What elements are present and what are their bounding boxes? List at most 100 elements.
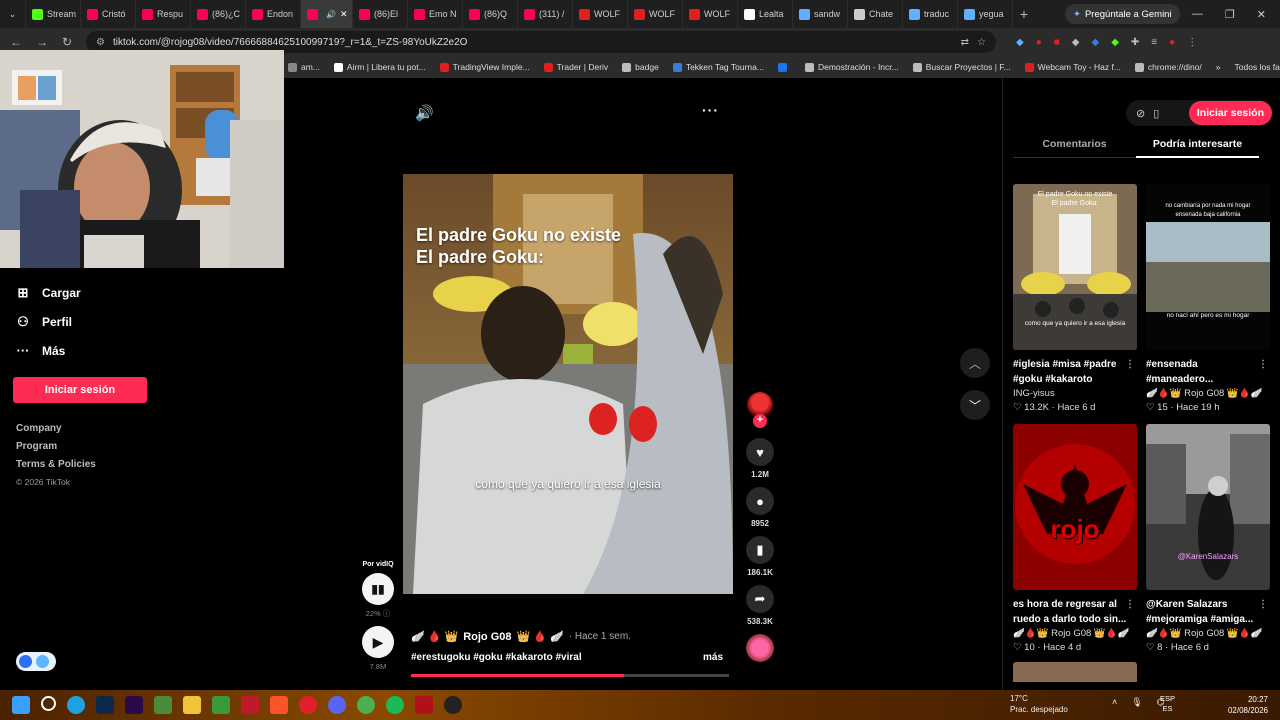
- video-title[interactable]: #ensenada #maneadero...: [1146, 359, 1213, 385]
- browser-tab[interactable]: (86)Q: [463, 0, 518, 28]
- follow-plus-icon[interactable]: +: [753, 414, 767, 428]
- coin-icon[interactable]: ⊘: [1136, 107, 1145, 120]
- tiktok-app-icon[interactable]: [241, 696, 259, 714]
- extension-icon[interactable]: ◆: [1072, 37, 1080, 48]
- bookmark-item[interactable]: badge: [622, 62, 659, 72]
- opera-icon[interactable]: [299, 696, 317, 714]
- premiere-icon[interactable]: [125, 696, 143, 714]
- video-title[interactable]: @Karen Salazars #mejoramiga #amiga...: [1146, 599, 1253, 625]
- bookmark-item[interactable]: Trader | Deriv: [543, 62, 608, 72]
- more-link[interactable]: más: [703, 652, 723, 663]
- vidiq-stats-icon[interactable]: ▮▮: [362, 573, 394, 605]
- extension-icon[interactable]: ◆: [1092, 37, 1100, 48]
- video-thumbnail[interactable]: no cambiaría por nada mi hogar ensenada …: [1146, 184, 1270, 350]
- bookmark-item[interactable]: chrome://dino/: [1134, 62, 1202, 72]
- browser-tab[interactable]: WOLF: [683, 0, 738, 28]
- bookmark-item[interactable]: am...: [288, 62, 320, 72]
- music-disc-icon[interactable]: [746, 634, 774, 662]
- close-window-button[interactable]: ✕: [1257, 8, 1266, 21]
- video-thumbnail[interactable]: El padre Goku no existe El padre Goku: c…: [1013, 184, 1137, 350]
- chevron-up-icon[interactable]: ˄: [1112, 697, 1117, 708]
- extension-icon[interactable]: ■: [1054, 37, 1060, 48]
- forward-icon[interactable]: →: [36, 35, 48, 49]
- comment-button[interactable]: ●: [746, 487, 774, 515]
- browser-tab[interactable]: (311) /: [518, 0, 573, 28]
- browser-tab[interactable]: sandw: [793, 0, 848, 28]
- translate-icon[interactable]: ⇄: [961, 37, 969, 48]
- bookmark-item[interactable]: TradingView Imple...: [439, 62, 530, 72]
- browser-tab[interactable]: Endon: [246, 0, 301, 28]
- sidebar-item-profile[interactable]: ⚇ Perfil: [0, 307, 284, 336]
- browser-tab[interactable]: (86)El: [353, 0, 408, 28]
- search-icon[interactable]: [41, 696, 56, 711]
- sidebar-item-more[interactable]: ··· Más: [0, 336, 284, 365]
- file-explorer-icon[interactable]: [183, 696, 201, 714]
- extension-icon[interactable]: ◆: [1016, 37, 1024, 48]
- video-author[interactable]: 🪽🩸👑 Rojo G08 👑🩸🪽: [1013, 628, 1137, 639]
- reload-icon[interactable]: ↻: [62, 35, 72, 49]
- video-title[interactable]: #iglesia #misa #padre #goku #kakaroto: [1013, 359, 1116, 385]
- gemini-button[interactable]: ✦ Pregúntale a Gemini: [1065, 4, 1180, 24]
- voice-app-icon[interactable]: [415, 696, 433, 714]
- more-options-icon[interactable]: ···: [702, 102, 719, 118]
- minimize-button[interactable]: —: [1192, 8, 1203, 21]
- share-button[interactable]: ➦: [746, 585, 774, 613]
- browser-tab[interactable]: yegua: [958, 0, 1013, 28]
- suggested-video-card[interactable]: @KarenSalazars @Karen Salazars #mejorami…: [1146, 424, 1270, 653]
- video-author[interactable]: ING-yisus: [1013, 388, 1137, 399]
- volume-icon[interactable]: 🔊: [415, 104, 434, 122]
- github-icon[interactable]: [444, 696, 462, 714]
- all-bookmarks-folder[interactable]: Todos los favoritos: [1235, 62, 1280, 72]
- previous-video-button[interactable]: ︿: [960, 348, 990, 378]
- video-thumbnail[interactable]: @KarenSalazars: [1146, 424, 1270, 590]
- browser-tab[interactable]: WOLF: [573, 0, 628, 28]
- tab-comments[interactable]: Comentarios: [1013, 136, 1136, 158]
- footer-link-company[interactable]: Company: [16, 423, 284, 441]
- clock[interactable]: 20:27 02/08/2026: [1224, 694, 1268, 716]
- browser-tab[interactable]: Emo N: [408, 0, 463, 28]
- creator-avatar[interactable]: +: [743, 392, 777, 432]
- edge-icon[interactable]: [67, 696, 85, 714]
- browser-tab[interactable]: Respu: [136, 0, 191, 28]
- browser-tab[interactable]: WOLF: [628, 0, 683, 28]
- device-icon[interactable]: ▯: [1153, 107, 1159, 120]
- sidebar-login-button[interactable]: Iniciar sesión: [13, 377, 147, 403]
- video-progress-bar[interactable]: [411, 674, 729, 677]
- tab-audio-icon[interactable]: 🔊: [326, 10, 336, 19]
- extension-icon[interactable]: ◆: [1111, 37, 1119, 48]
- media-icon[interactable]: ≡: [1151, 37, 1157, 48]
- bookmark-item[interactable]: [777, 62, 791, 72]
- browser-tab[interactable]: Lealta: [738, 0, 793, 28]
- video-author[interactable]: 🪽🩸👑 Rojo G08 👑🩸🪽: [1146, 628, 1270, 639]
- site-info-icon[interactable]: ⚙: [96, 37, 105, 48]
- calendar-icon[interactable]: [154, 696, 172, 714]
- play-icon[interactable]: ▶: [362, 626, 394, 658]
- microphone-icon[interactable]: 🎙: [1131, 697, 1142, 708]
- suggested-video-card[interactable]: no cambiaría por nada mi hogar ensenada …: [1146, 184, 1270, 413]
- bookmark-item[interactable]: Buscar Proyectos | F...: [912, 62, 1011, 72]
- author-name[interactable]: Rojo G08: [463, 631, 511, 643]
- more-icon[interactable]: ⋮: [1125, 597, 1135, 612]
- browser-tab[interactable]: (86)¿C: [191, 0, 246, 28]
- minecraft-icon[interactable]: [212, 696, 230, 714]
- bookmark-item[interactable]: Tekken Tag Tourna...: [672, 62, 764, 72]
- close-tab-icon[interactable]: ✕: [340, 9, 348, 20]
- sidebar-item-upload[interactable]: ⊞ Cargar: [0, 278, 284, 307]
- browser-tab[interactable]: 🔊 ✕: [301, 0, 353, 28]
- vidiq-extension-pill[interactable]: [16, 652, 56, 671]
- header-login-button[interactable]: Iniciar sesión: [1188, 101, 1272, 125]
- suggested-video-card[interactable]: El padre Goku no existe El padre Goku: c…: [1013, 184, 1137, 413]
- save-button[interactable]: ▮: [746, 536, 774, 564]
- photoshop-icon[interactable]: [96, 696, 114, 714]
- bookmarks-overflow-button[interactable]: »: [1216, 62, 1221, 72]
- bookmark-star-icon[interactable]: ☆: [977, 37, 986, 48]
- spotify-icon[interactable]: [386, 696, 404, 714]
- brave-icon[interactable]: [270, 696, 288, 714]
- footer-link-program[interactable]: Program: [16, 441, 284, 459]
- browser-tab[interactable]: Stream: [26, 0, 81, 28]
- browser-tab[interactable]: Chate: [848, 0, 903, 28]
- video-player[interactable]: El padre Goku no existe El padre Goku: c…: [403, 174, 733, 594]
- windows-start-icon[interactable]: [12, 696, 30, 714]
- tab-menu[interactable]: ⌄: [0, 0, 26, 28]
- bookmark-item[interactable]: Webcam Toy - Haz f...: [1024, 62, 1121, 72]
